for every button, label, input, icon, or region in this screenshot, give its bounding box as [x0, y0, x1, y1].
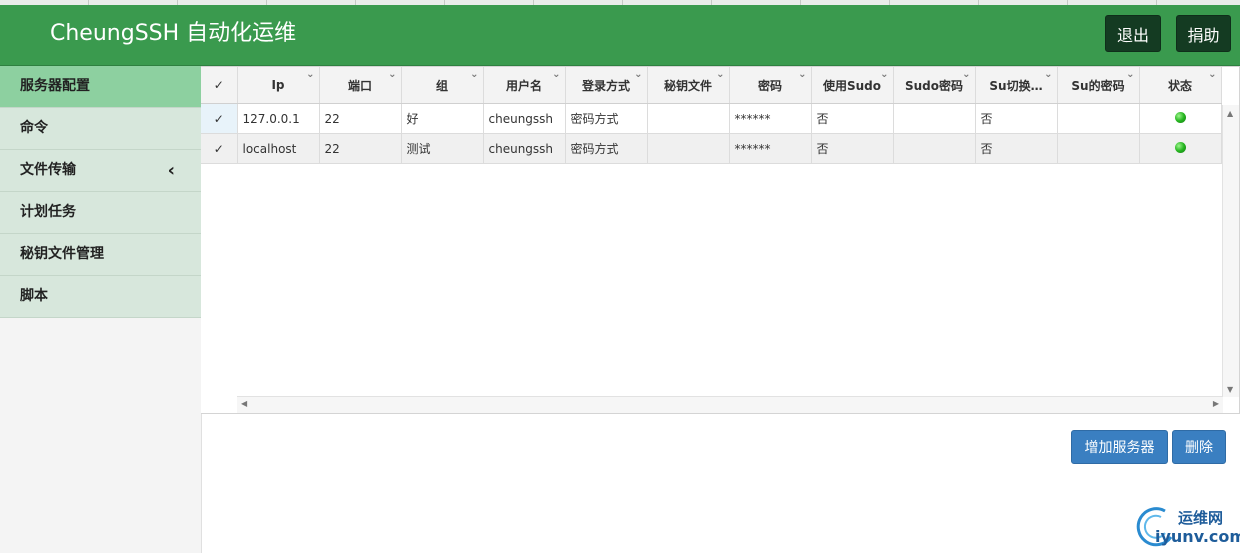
- chevron-down-icon[interactable]: ⌄: [470, 69, 478, 80]
- column-label: 状态: [1167, 78, 1192, 93]
- column-header-use-sudo[interactable]: 使用Sudo ⌄: [811, 67, 894, 104]
- sidebar-item-scheduled-tasks[interactable]: 计划任务: [0, 192, 201, 234]
- cell-status: [1139, 103, 1222, 134]
- chevron-down-icon[interactable]: ⌄: [634, 69, 642, 80]
- cell-port: 22: [319, 103, 402, 134]
- column-label: 登录方式: [581, 78, 630, 93]
- cell-use-sudo: 否: [811, 133, 894, 164]
- chevron-down-icon[interactable]: ⌄: [1208, 69, 1216, 80]
- column-label: 秘钥文件: [663, 78, 712, 93]
- sidebar-item-label: 服务器配置: [20, 78, 90, 94]
- column-header-sudo-password[interactable]: Sudo密码 ⌄: [893, 67, 976, 104]
- column-label: 用户名: [505, 78, 542, 93]
- sidebar-item-label: 脚本: [20, 288, 48, 304]
- cell-login-method: 密码方式: [565, 103, 648, 134]
- server-grid: ✓ Ip ⌄ 端口 ⌄ 组 ⌄ 用户名 ⌄ 登录方式 ⌄ 秘钥文件 ⌄ 密码 ⌄ 使用Sudo…: [201, 66, 1240, 414]
- cell-key-file: [647, 103, 730, 134]
- column-label: Sudo密码: [904, 78, 964, 93]
- cell-password: ******: [729, 103, 812, 134]
- sidebar-item-key-file-management[interactable]: 秘钥文件管理: [0, 234, 201, 276]
- column-label: 端口: [347, 78, 372, 93]
- chevron-down-icon[interactable]: ⌄: [880, 69, 888, 80]
- cell-ip: 127.0.0.1: [237, 103, 320, 134]
- row-checkbox[interactable]: ✓: [201, 133, 238, 164]
- column-header-key-file[interactable]: 秘钥文件 ⌄: [647, 67, 730, 104]
- cell-port: 22: [319, 133, 402, 164]
- table-row[interactable]: ✓ 127.0.0.1 22 好 cheungssh 密码方式 ****** 否…: [201, 103, 1222, 134]
- column-label: 密码: [757, 78, 782, 93]
- scroll-down-icon[interactable]: ▼: [1227, 385, 1233, 394]
- status-online-icon: [1174, 111, 1186, 123]
- column-header-status[interactable]: 状态 ⌄: [1139, 67, 1222, 104]
- column-header-ip[interactable]: Ip ⌄: [237, 67, 320, 104]
- scroll-up-icon[interactable]: ▲: [1227, 109, 1233, 118]
- vertical-scrollbar[interactable]: ▲ ▼: [1222, 105, 1239, 397]
- chevron-down-icon[interactable]: ⌄: [716, 69, 724, 80]
- column-header-su-password[interactable]: Su的密码 ⌄: [1057, 67, 1140, 104]
- chevron-left-icon: ‹: [167, 160, 175, 181]
- column-label: 组: [435, 78, 448, 93]
- app-header: CheungSSH 自动化运维 退出 捐助: [0, 5, 1240, 66]
- cell-sudo-password: [893, 133, 976, 164]
- chevron-down-icon[interactable]: ⌄: [1044, 69, 1052, 80]
- sidebar-item-label: 秘钥文件管理: [20, 246, 104, 262]
- sidebar-item-label: 命令: [20, 120, 48, 136]
- cell-group: 测试: [401, 133, 484, 164]
- column-label: Ip: [271, 78, 285, 92]
- cell-sudo-password: [893, 103, 976, 134]
- delete-button[interactable]: 删除: [1172, 430, 1226, 464]
- sidebar-item-script[interactable]: 脚本: [0, 276, 201, 318]
- cell-password: ******: [729, 133, 812, 164]
- column-header-login-method[interactable]: 登录方式 ⌄: [565, 67, 648, 104]
- add-server-button[interactable]: 增加服务器: [1071, 430, 1168, 464]
- column-header-su-switch[interactable]: Su切换… ⌄: [975, 67, 1058, 104]
- cell-group: 好: [401, 103, 484, 134]
- chevron-down-icon[interactable]: ⌄: [962, 69, 970, 80]
- app-title: CheungSSH 自动化运维: [50, 21, 297, 46]
- cell-ip: localhost: [237, 133, 320, 164]
- sidebar: 服务器配置 命令 文件传输 ‹ 计划任务 秘钥文件管理 脚本: [0, 66, 202, 553]
- column-header-group[interactable]: 组 ⌄: [401, 67, 484, 104]
- chevron-down-icon[interactable]: ⌄: [552, 69, 560, 80]
- cell-su-switch: 否: [975, 133, 1058, 164]
- server-table: ✓ Ip ⌄ 端口 ⌄ 组 ⌄ 用户名 ⌄ 登录方式 ⌄ 秘钥文件 ⌄ 密码 ⌄ 使用Sudo…: [201, 67, 1222, 164]
- column-label: Su的密码: [1071, 78, 1125, 93]
- table-header-row: ✓ Ip ⌄ 端口 ⌄ 组 ⌄ 用户名 ⌄ 登录方式 ⌄ 秘钥文件 ⌄ 密码 ⌄ 使用Sudo…: [201, 67, 1222, 104]
- cell-key-file: [647, 133, 730, 164]
- cell-use-sudo: 否: [811, 103, 894, 134]
- logout-button[interactable]: 退出: [1105, 15, 1161, 52]
- sidebar-item-label: 计划任务: [20, 204, 76, 220]
- chevron-down-icon[interactable]: ⌄: [388, 69, 396, 80]
- cell-su-switch: 否: [975, 103, 1058, 134]
- column-label: 使用Sudo: [822, 78, 882, 93]
- watermark-text: 运维网: [1178, 509, 1224, 527]
- cell-su-password: [1057, 103, 1140, 134]
- row-checkbox[interactable]: ✓: [201, 103, 238, 134]
- cell-status: [1139, 133, 1222, 164]
- donate-button[interactable]: 捐助: [1176, 15, 1231, 52]
- watermark-logo: 运维网 iyunv.com: [1135, 503, 1240, 553]
- table-row[interactable]: ✓ localhost 22 测试 cheungssh 密码方式 ****** …: [201, 133, 1222, 164]
- sidebar-item-command[interactable]: 命令: [0, 108, 201, 150]
- cell-username: cheungssh: [483, 133, 566, 164]
- select-all-checkbox[interactable]: ✓: [201, 67, 238, 104]
- scroll-left-icon[interactable]: ◀: [241, 399, 247, 408]
- chevron-down-icon[interactable]: ⌄: [306, 69, 314, 80]
- column-header-port[interactable]: 端口 ⌄: [319, 67, 402, 104]
- chevron-down-icon[interactable]: ⌄: [1126, 69, 1134, 80]
- cell-username: cheungssh: [483, 103, 566, 134]
- chevron-down-icon[interactable]: ⌄: [798, 69, 806, 80]
- sidebar-item-label: 文件传输: [20, 162, 76, 178]
- scroll-right-icon[interactable]: ▶: [1213, 399, 1219, 408]
- watermark-url: iyunv.com: [1155, 527, 1240, 546]
- horizontal-scrollbar[interactable]: ◀ ▶: [237, 396, 1223, 413]
- sidebar-item-file-transfer[interactable]: 文件传输 ‹: [0, 150, 201, 192]
- cell-su-password: [1057, 133, 1140, 164]
- column-header-username[interactable]: 用户名 ⌄: [483, 67, 566, 104]
- cell-login-method: 密码方式: [565, 133, 648, 164]
- column-header-password[interactable]: 密码 ⌄: [729, 67, 812, 104]
- sidebar-item-server-config[interactable]: 服务器配置: [0, 66, 201, 108]
- status-online-icon: [1174, 141, 1186, 153]
- column-label: Su切换…: [989, 78, 1043, 93]
